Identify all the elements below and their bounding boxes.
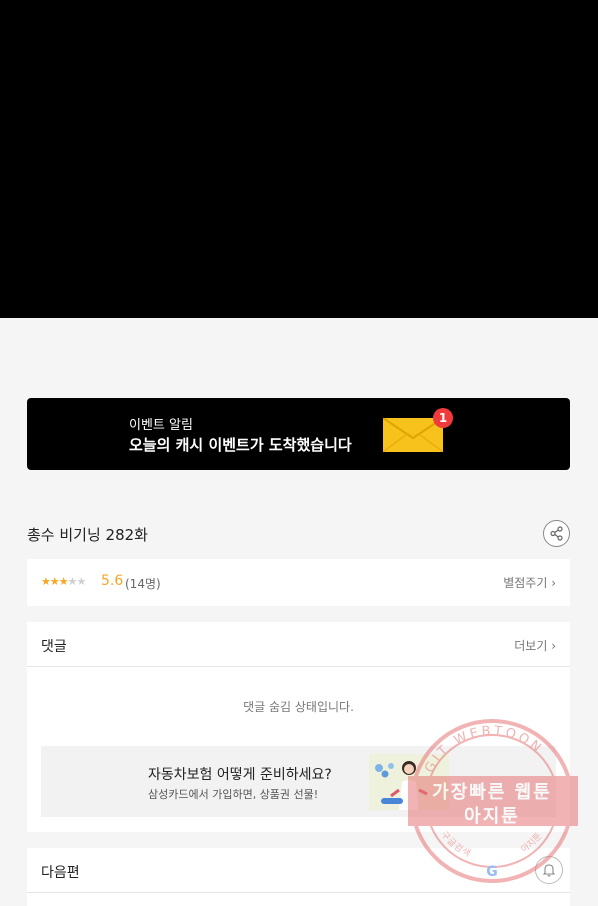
comment-more-button[interactable]: 더보기 › xyxy=(514,637,556,654)
rating-card: ★★★★★ 5.6 (14명) 별점주기 › xyxy=(27,559,570,606)
comment-header: 댓글 더보기 › xyxy=(27,622,570,667)
bottom-row xyxy=(27,893,570,906)
bell-icon xyxy=(542,864,556,877)
comment-hidden-message: 댓글 숨김 상태입니다. xyxy=(243,700,354,714)
next-episode-section[interactable]: 다음편 xyxy=(27,848,570,893)
star-rating: ★★★★★ xyxy=(41,575,87,588)
star-icon: ★ xyxy=(76,575,87,588)
share-button[interactable] xyxy=(543,520,570,547)
star-icon: ★ xyxy=(49,575,60,588)
webtoon-image-area xyxy=(0,0,598,318)
ad-subtitle: 삼성카드에서 가입하면, 상품권 선물! xyxy=(148,788,319,801)
event-banner-message: 오늘의 캐시 이벤트가 도착했습니다 xyxy=(129,436,352,454)
ad-banner[interactable]: 자동차보험 어떻게 준비하세요? 삼성카드에서 가입하면, 상품권 선물! xyxy=(41,746,556,817)
next-episode-title: 다음편 xyxy=(41,865,80,881)
star-icon: ★ xyxy=(41,575,51,588)
rating-score: 5.6 xyxy=(101,573,124,589)
star-icon: ★ xyxy=(58,575,69,588)
event-banner-label: 이벤트 알림 xyxy=(129,418,193,433)
ad-image xyxy=(369,754,449,810)
event-badge: 1 xyxy=(433,408,453,428)
ad-title: 자동차보험 어떻게 준비하세요? xyxy=(148,767,332,783)
comment-section: 댓글 더보기 › 댓글 숨김 상태입니다. 자동차보험 어떻게 준비하세요? 삼… xyxy=(27,622,570,832)
rating-count: (14명) xyxy=(125,577,161,591)
episode-title: 총수 비기닝 282화 xyxy=(27,526,148,544)
rate-button[interactable]: 별점주기 › xyxy=(503,574,556,591)
share-icon xyxy=(550,526,563,541)
star-icon: ★ xyxy=(67,575,78,588)
event-notification-banner[interactable]: 이벤트 알림 오늘의 캐시 이벤트가 도착했습니다 1 xyxy=(27,398,570,470)
comment-title: 댓글 xyxy=(41,639,67,655)
notification-bell-button[interactable] xyxy=(535,856,563,884)
